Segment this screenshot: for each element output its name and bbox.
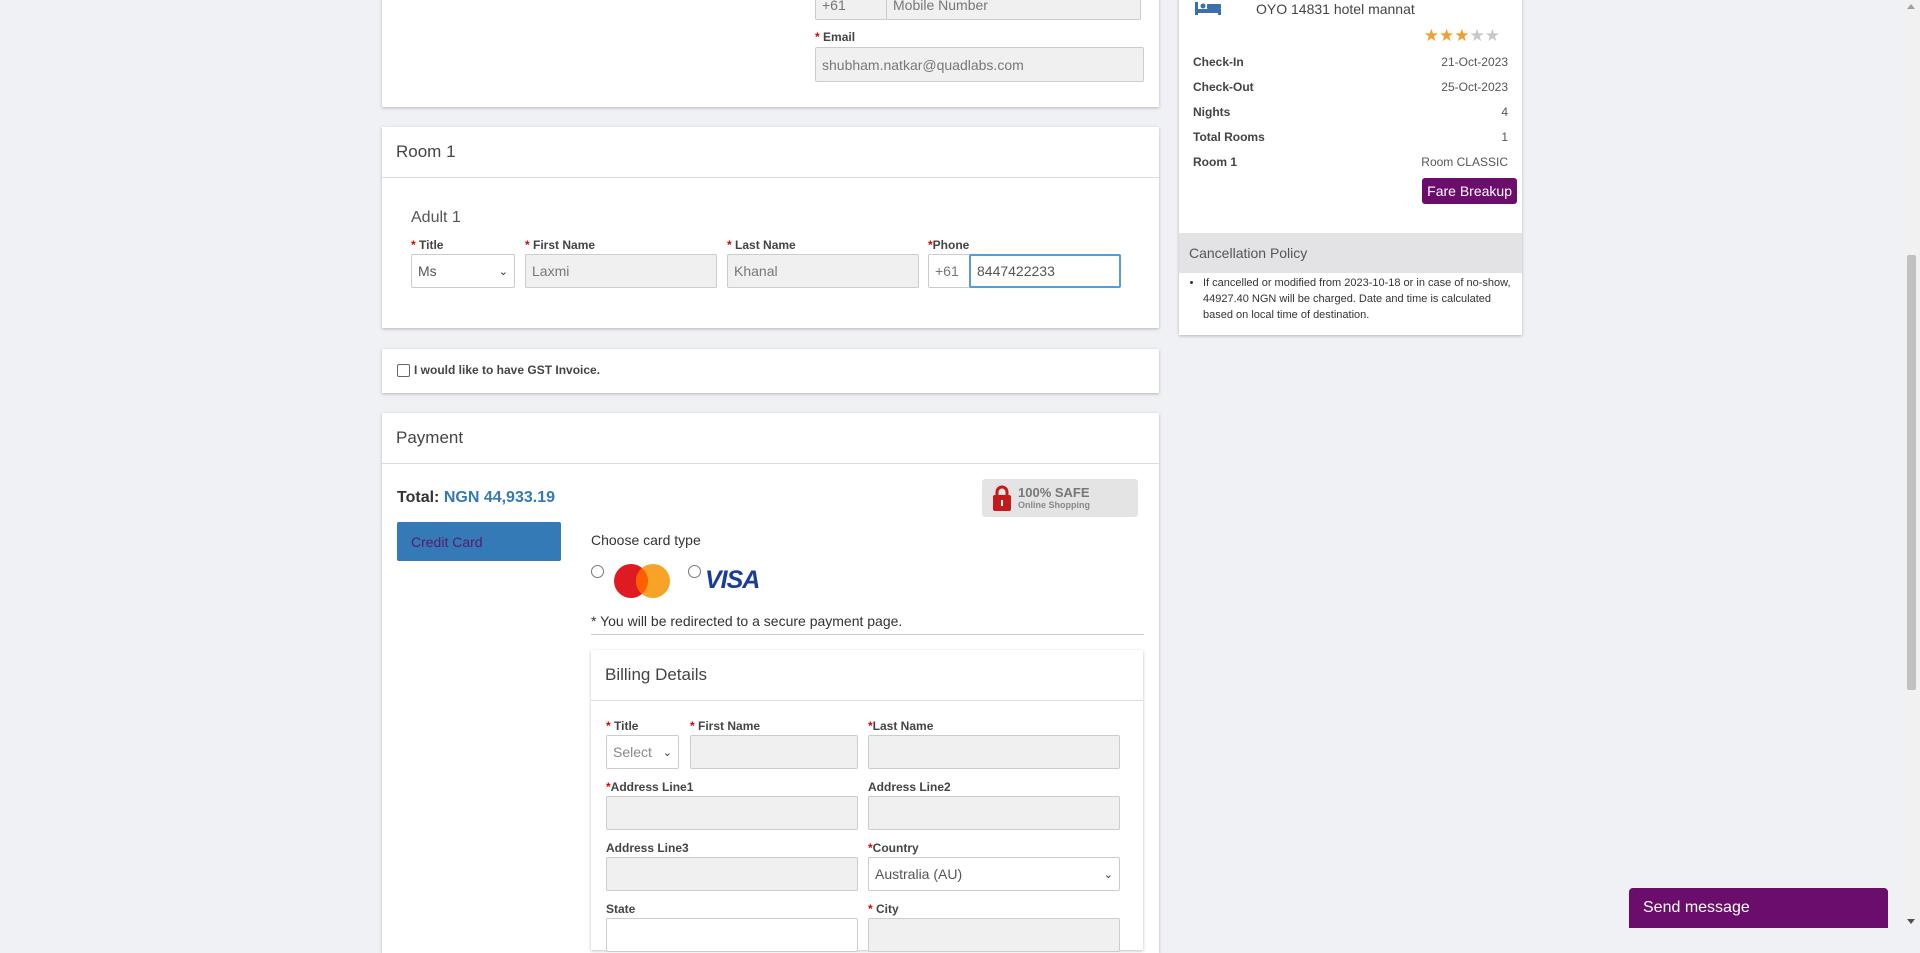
star-rating: ★★★★★ (1424, 26, 1500, 46)
adult-title: Adult 1 (411, 209, 461, 226)
cancellation-header: Cancellation Policy (1179, 233, 1522, 273)
star-filled-icon: ★ (1423, 26, 1439, 45)
adult-title-label: * Title (411, 238, 444, 252)
state-label: State (606, 902, 636, 916)
summary-row: Check-In 21-Oct-2023 (1193, 55, 1508, 69)
country-select[interactable]: Australia (AU) ⌄ (868, 857, 1120, 891)
scroll-down-arrow[interactable] (1907, 919, 1915, 924)
address1-label: *Address Line1 (606, 780, 694, 794)
last-name-input[interactable]: Khanal (727, 254, 919, 288)
address3-label: Address Line3 (606, 841, 689, 855)
summary-row: Nights 4 (1193, 105, 1508, 119)
mastercard-icon[interactable] (613, 562, 671, 600)
phone-label: *Phone (928, 238, 970, 252)
email-input[interactable]: shubham.natkar@quadlabs.com (815, 47, 1144, 82)
billing-title: Billing Details (591, 650, 1143, 701)
star-empty-icon: ★ (1469, 26, 1485, 45)
chevron-down-icon: ⌄ (1103, 868, 1113, 881)
cancellation-text: If cancelled or modified from 2023-10-18… (1203, 275, 1512, 323)
adult-title-select[interactable]: Ms ⌄ (411, 254, 515, 288)
billing-title-label: * Title (606, 719, 639, 733)
summary-row: Room 1 Room CLASSIC (1193, 155, 1508, 169)
room-title: Room 1 (382, 127, 1159, 178)
redirect-note: * You will be redirected to a secure pay… (591, 613, 903, 629)
first-name-input[interactable]: Laxmi (525, 254, 717, 288)
billing-first-name-input[interactable] (690, 735, 858, 769)
billing-panel: Billing Details * Title Select ⌄ * First … (591, 650, 1143, 952)
scrollbar-thumb[interactable] (1907, 255, 1916, 690)
mastercard-radio[interactable] (591, 565, 604, 578)
cancellation-title: Cancellation Policy (1189, 245, 1308, 261)
billing-last-name-input[interactable] (868, 735, 1120, 769)
summary-row: Check-Out 25-Oct-2023 (1193, 80, 1508, 94)
gst-panel: I would like to have GST Invoice. (382, 349, 1159, 393)
page-scrollbar[interactable] (1903, 0, 1920, 928)
send-message-button[interactable]: Send message (1629, 888, 1888, 928)
contact-details-panel: +61 Mobile Number * Email shubham.natkar… (382, 0, 1159, 107)
scroll-up-arrow[interactable] (1907, 4, 1915, 9)
send-message-label: Send message (1643, 899, 1750, 916)
safe-main: 100% SAFE (1018, 485, 1090, 500)
phone-code[interactable]: +61 (928, 254, 972, 288)
email-label: * Email (815, 30, 856, 44)
visa-radio[interactable] (688, 565, 701, 578)
city-input[interactable] (868, 918, 1120, 952)
first-name-label: * First Name (525, 238, 596, 252)
address2-label: Address Line2 (868, 780, 951, 794)
safe-badge: 100% SAFE Online Shopping (982, 479, 1138, 517)
state-input[interactable] (606, 918, 858, 952)
gst-checkbox[interactable] (397, 364, 410, 377)
booking-summary-panel: OYO 14831 hotel mannat ★★★★★ Check-In 21-… (1179, 0, 1522, 335)
hotel-name: OYO 14831 hotel mannat (1256, 1, 1415, 17)
room-panel: Room 1 Adult 1 * Title Ms ⌄ * First Name … (382, 127, 1159, 328)
choose-card-label: Choose card type (591, 532, 701, 548)
lock-icon (993, 485, 1011, 511)
phone-input[interactable]: 8447422233 (969, 254, 1121, 288)
country-label: *Country (868, 841, 919, 855)
credit-card-label: Credit Card (411, 533, 483, 550)
payment-title: Payment (382, 413, 1159, 464)
billing-title-select[interactable]: Select ⌄ (606, 735, 679, 769)
visa-icon[interactable]: VISA (705, 566, 760, 595)
address2-input[interactable] (868, 796, 1120, 830)
star-filled-icon: ★ (1439, 26, 1455, 45)
divider (591, 634, 1144, 635)
address1-input[interactable] (606, 796, 858, 830)
star-empty-icon: ★ (1484, 26, 1500, 45)
cancellation-list: If cancelled or modified from 2023-10-18… (1189, 275, 1512, 323)
billing-last-name-label: *Last Name (868, 719, 934, 733)
billing-first-name-label: * First Name (690, 719, 761, 733)
fare-breakup-button[interactable]: Fare Breakup (1422, 178, 1517, 204)
gst-label: I would like to have GST Invoice. (414, 363, 601, 377)
summary-row: Total Rooms 1 (1193, 130, 1508, 144)
chevron-down-icon: ⌄ (498, 265, 508, 278)
contact-phone-code[interactable]: +61 (815, 0, 887, 20)
address3-input[interactable] (606, 857, 858, 891)
payment-panel: Payment Total: NGN 44,933.19 100% SAFE O… (382, 413, 1159, 953)
star-filled-icon: ★ (1454, 26, 1470, 45)
city-label: * City (868, 902, 899, 916)
payment-total: Total: NGN 44,933.19 (397, 489, 555, 506)
credit-card-tab[interactable]: Credit Card (397, 522, 561, 561)
safe-sub: Online Shopping (1018, 500, 1090, 510)
last-name-label: * Last Name (727, 238, 796, 252)
payment-total-value: NGN 44,933.19 (443, 489, 555, 506)
chevron-down-icon: ⌄ (662, 746, 672, 759)
contact-mobile-input[interactable]: Mobile Number (886, 0, 1141, 20)
bed-icon (1195, 2, 1221, 15)
